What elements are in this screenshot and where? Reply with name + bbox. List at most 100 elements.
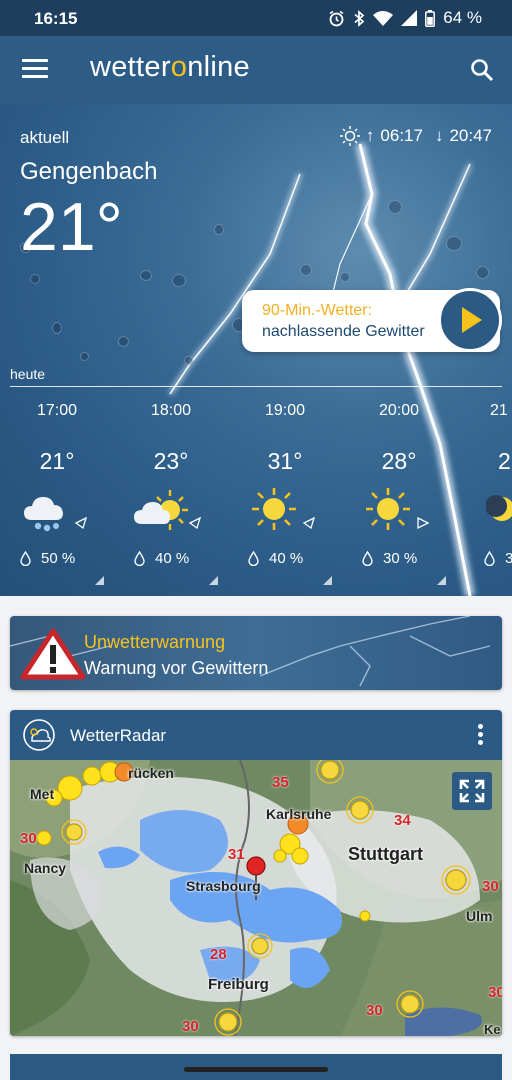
map-place-label: Freiburg <box>208 976 269 993</box>
radar-header: WetterRadar <box>10 710 502 760</box>
raindrop-icon <box>484 551 495 566</box>
rain-probability: 30 % <box>362 550 417 567</box>
cloud-rain-icon <box>24 497 63 532</box>
map-place-label: Nancy <box>24 860 67 876</box>
current-label: aktuell <box>20 128 70 147</box>
map-place-label: Ke <box>484 1022 501 1036</box>
sunset-arrow-icon: ↓ <box>434 126 444 145</box>
nowcast-card[interactable]: 90-Min.-Wetter: nachlassende Gewitter <box>242 288 502 352</box>
map-temperature: 30 <box>366 1002 383 1019</box>
rain-probability: 50 % <box>20 550 75 567</box>
rain-probability: 40 % <box>248 550 303 567</box>
radar-icon <box>23 719 55 751</box>
hour-time: 18:00 <box>150 402 192 419</box>
search-icon[interactable] <box>470 58 494 82</box>
weather-radar-card[interactable]: WetterRadar rücken Met Nancy Karlsruhe S… <box>10 710 502 1036</box>
raindrop-icon <box>248 551 259 566</box>
warning-title: Unwetterwarnung <box>84 632 226 652</box>
map-place-label: Met <box>30 786 55 802</box>
sunrise-arrow-icon: ↑ <box>365 126 375 145</box>
map-place-label: Stuttgart <box>348 844 423 864</box>
sunset-time: 20:47 <box>449 126 492 145</box>
map-place-label: Karlsruhe <box>266 806 332 822</box>
status-icons: 64 % <box>328 8 482 28</box>
map-temperature: 30 <box>482 878 499 895</box>
raindrop-icon <box>134 551 145 566</box>
signal-icon <box>401 10 418 26</box>
hour-time: 21 <box>490 402 508 419</box>
radar-title: WetterRadar <box>70 726 167 745</box>
hour-temperature: 31° <box>267 448 303 474</box>
nowcast-title: 90-Min.-Wetter: <box>262 302 372 319</box>
map-temperature: 30 <box>182 1018 199 1035</box>
bluetooth-icon <box>354 9 365 27</box>
status-bar: 16:15 64 % <box>0 0 512 36</box>
map-temperature: 28 <box>210 946 227 963</box>
wind-arrow-icon <box>74 516 88 530</box>
hour-time: 19:00 <box>264 402 306 419</box>
sun-times: ↑ 06:17 ↓ 20:47 <box>339 126 492 146</box>
hour-item[interactable]: 18:00 23° 40 % <box>114 402 228 592</box>
hour-item[interactable]: 20:00 28° 30 % <box>342 402 456 592</box>
rain-probability: 3 <box>484 550 512 567</box>
raindrop-icon <box>20 551 31 566</box>
play-button[interactable] <box>438 288 502 352</box>
map-temperature: 30 <box>488 984 502 1001</box>
app-logo: wetteronline <box>90 51 250 83</box>
expand-corner-icon <box>437 576 446 585</box>
current-weather-panel: aktuell ↑ 06:17 ↓ 20:47 Gengenbach 21° 9… <box>0 104 512 596</box>
raindrop-icon <box>362 551 373 566</box>
battery-percent: 64 % <box>443 8 482 27</box>
expand-corner-icon <box>209 576 218 585</box>
sun-outline-icon <box>339 126 360 146</box>
menu-icon[interactable] <box>22 59 48 79</box>
radar-map[interactable]: rücken Met Nancy Karlsruhe Stuttgart Str… <box>10 756 502 1036</box>
hourly-divider <box>10 386 502 387</box>
wind-arrow-icon <box>417 516 430 530</box>
sun-cloud-icon <box>134 490 188 530</box>
play-icon <box>462 307 482 333</box>
map-temperature: 30 <box>20 830 37 847</box>
more-options-icon[interactable] <box>478 724 484 746</box>
map-temperature: 35 <box>272 774 289 791</box>
hour-item[interactable]: 19:00 31° 40 % <box>228 402 342 592</box>
map-place-label: rücken <box>128 765 174 781</box>
app-bar: wetteronline <box>0 36 512 104</box>
hour-temperature: 21° <box>39 448 75 474</box>
current-temperature: 21° <box>20 189 123 265</box>
gesture-navigation-handle[interactable] <box>184 1067 328 1072</box>
sunrise-time: 06:17 <box>380 126 423 145</box>
sun-icon <box>252 488 296 530</box>
expand-corner-icon <box>95 576 104 585</box>
wind-arrow-icon <box>302 516 316 530</box>
sun-icon <box>366 488 410 530</box>
map-temperature: 31 <box>228 846 245 863</box>
wind-arrow-icon <box>188 516 202 530</box>
radar-map-image <box>10 756 502 1036</box>
status-time: 16:15 <box>34 9 78 28</box>
city-name: Gengenbach <box>20 158 158 185</box>
warning-text: Warnung vor Gewittern <box>84 658 269 678</box>
hour-time: 17:00 <box>36 402 78 419</box>
rain-probability: 40 % <box>134 550 189 567</box>
hourly-day-label: heute <box>10 366 46 382</box>
map-place-label: Ulm <box>466 908 493 924</box>
warning-triangle-icon <box>20 628 86 680</box>
wifi-icon <box>373 11 394 26</box>
hour-item[interactable]: 21 2 3 <box>456 402 512 592</box>
alarm-icon <box>329 10 344 26</box>
hour-temperature: 28° <box>381 448 417 474</box>
hour-temperature: 2 <box>498 448 511 474</box>
map-place-label: Strasbourg <box>186 878 261 894</box>
fullscreen-icon <box>459 779 485 803</box>
moon-icon <box>486 495 512 521</box>
nowcast-subtitle: nachlassende Gewitter <box>262 323 425 340</box>
hour-time: 20:00 <box>378 402 420 419</box>
map-temperature: 34 <box>394 812 411 829</box>
fullscreen-button[interactable] <box>452 772 492 810</box>
hour-item[interactable]: 17:00 21° 50 % <box>0 402 114 592</box>
expand-corner-icon <box>323 576 332 585</box>
hour-temperature: 23° <box>153 448 189 474</box>
battery-icon <box>425 9 436 27</box>
severe-weather-warning[interactable]: Unwetterwarnung Warnung vor Gewittern <box>10 616 502 690</box>
